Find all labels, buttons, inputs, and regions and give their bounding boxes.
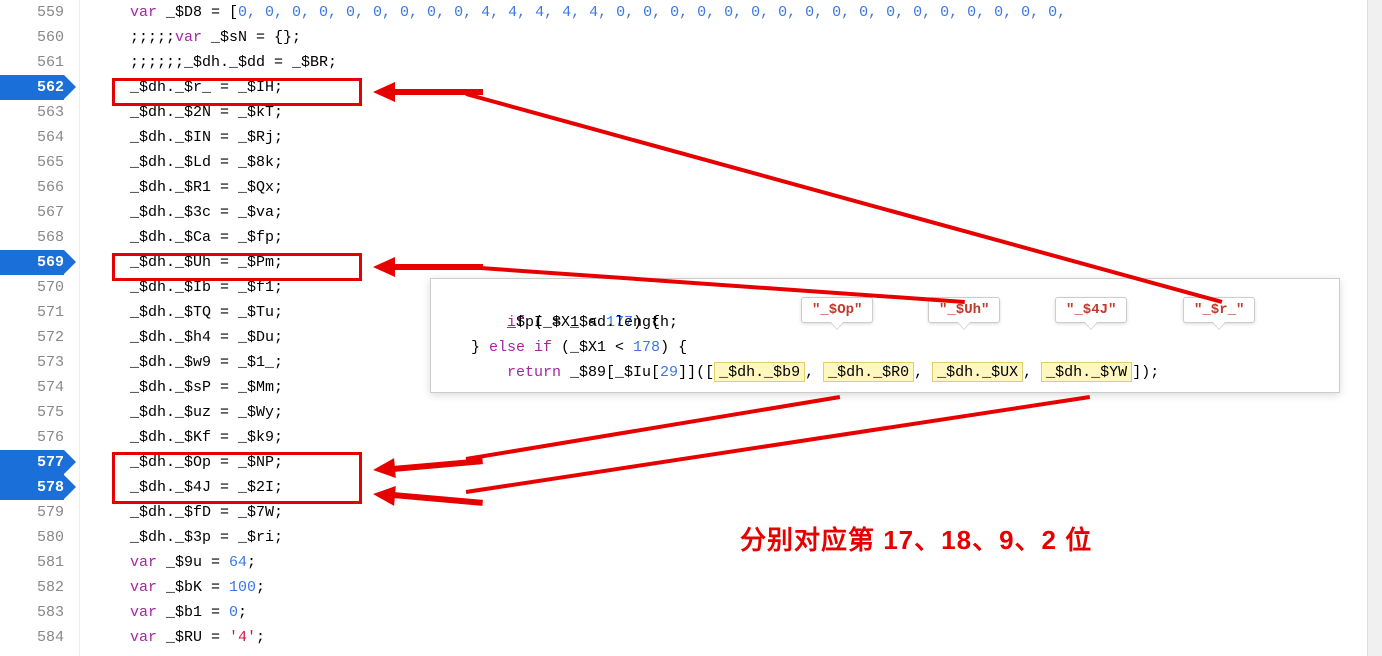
value-tooltip: "_$Op": [801, 297, 873, 323]
line-number[interactable]: 559: [0, 0, 64, 25]
line-number[interactable]: 560: [0, 25, 64, 50]
code-line[interactable]: _$dh._$Op = _$NP;: [130, 450, 1382, 475]
code-line[interactable]: _$dh._$Uh = _$Pm;: [130, 250, 1382, 275]
popup-line: } else if (_$X1 < 178) {: [471, 335, 1329, 360]
line-number[interactable]: 577: [0, 450, 64, 475]
code-line[interactable]: _$dh._$r_ = _$IH;: [130, 75, 1382, 100]
line-number[interactable]: 568: [0, 225, 64, 250]
code-line[interactable]: var _$b1 = 0;: [130, 600, 1382, 625]
watch-chip[interactable]: _$dh._$b9: [714, 362, 805, 382]
line-number[interactable]: 574: [0, 375, 64, 400]
line-number[interactable]: 584: [0, 625, 64, 650]
code-text: ) {: [660, 339, 687, 356]
code-line[interactable]: var _$D8 = [0, 0, 0, 0, 0, 0, 0, 0, 0, 4…: [130, 0, 1382, 25]
arrow-icon: [373, 82, 395, 102]
value-tooltip: "_$4J": [1055, 297, 1127, 323]
line-number[interactable]: 572: [0, 325, 64, 350]
code-text: (_$X1 <: [552, 339, 633, 356]
line-number[interactable]: 562: [0, 75, 64, 100]
watch-chip[interactable]: _$dh._$UX: [932, 362, 1023, 382]
code-line[interactable]: _$dh._$Ca = _$fp;: [130, 225, 1382, 250]
arrow-icon: [373, 257, 395, 277]
annotation-text: 分别对应第 17、18、9、2 位: [740, 520, 1092, 557]
line-number[interactable]: 579: [0, 500, 64, 525]
keyword-else-if: else if: [489, 339, 552, 356]
line-number[interactable]: 563: [0, 100, 64, 125]
vertical-scrollbar[interactable]: [1367, 0, 1382, 656]
code-line[interactable]: var _$bK = 100;: [130, 575, 1382, 600]
code-line[interactable]: ;;;;;;_$dh._$dd = _$BR;: [130, 50, 1382, 75]
line-number[interactable]: 561: [0, 50, 64, 75]
line-number[interactable]: 580: [0, 525, 64, 550]
watch-chip[interactable]: _$dh._$YW: [1041, 362, 1132, 382]
line-number[interactable]: 581: [0, 550, 64, 575]
code-line[interactable]: _$dh._$IN = _$Rj;: [130, 125, 1382, 150]
line-number[interactable]: 570: [0, 275, 64, 300]
popup-return-line: return _$89[_$Iu[29]]([_$dh._$b9, _$dh._…: [471, 360, 1329, 385]
line-number[interactable]: 565: [0, 150, 64, 175]
line-number[interactable]: 573: [0, 350, 64, 375]
code-line[interactable]: _$dh._$3c = _$va;: [130, 200, 1382, 225]
code-line[interactable]: var _$RU = '4';: [130, 625, 1382, 650]
code-line[interactable]: ;;;;;var _$sN = {};: [130, 25, 1382, 50]
number-literal: 178: [633, 339, 660, 356]
code-line[interactable]: _$dh._$2N = _$kT;: [130, 100, 1382, 125]
watch-chip[interactable]: _$dh._$R0: [823, 362, 914, 382]
code-line[interactable]: _$dh._$R1 = _$Qx;: [130, 175, 1382, 200]
code-text: _$pI = _$ad.length;: [471, 314, 678, 331]
line-number[interactable]: 582: [0, 575, 64, 600]
code-text: }: [471, 339, 489, 356]
line-number-gutter[interactable]: 5595605615625635645655665675685695705715…: [0, 0, 80, 656]
line-number[interactable]: 564: [0, 125, 64, 150]
line-number[interactable]: 566: [0, 175, 64, 200]
line-number[interactable]: 583: [0, 600, 64, 625]
line-number[interactable]: 571: [0, 300, 64, 325]
line-number[interactable]: 567: [0, 200, 64, 225]
line-number[interactable]: 575: [0, 400, 64, 425]
code-line[interactable]: _$dh._$4J = _$2I;: [130, 475, 1382, 500]
line-number[interactable]: 578: [0, 475, 64, 500]
line-number[interactable]: 576: [0, 425, 64, 450]
line-number[interactable]: 569: [0, 250, 64, 275]
